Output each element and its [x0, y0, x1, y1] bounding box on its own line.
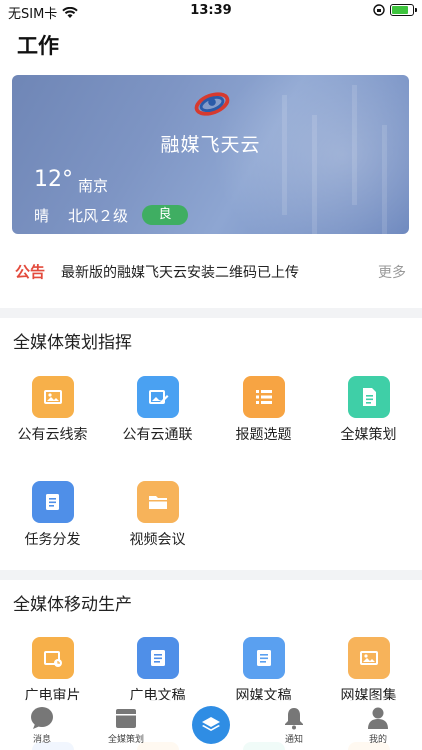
document-icon — [348, 376, 390, 418]
grid-label: 视频会议 — [129, 532, 186, 548]
task-icon — [32, 481, 74, 523]
notice-tag: 公告 — [15, 263, 46, 281]
rotation-lock-icon — [373, 4, 385, 16]
grid-label: 任务分发 — [24, 532, 81, 548]
tab-label: 消息 — [32, 735, 51, 745]
page-title: 工作 — [17, 34, 59, 58]
grid-item-public-cloud-clues[interactable]: 公有云线索 — [0, 376, 105, 456]
list-icon — [243, 376, 285, 418]
image-edit-icon — [137, 376, 179, 418]
image-icon — [32, 376, 74, 418]
folder-icon — [137, 481, 179, 523]
tab-center-workbench[interactable] — [192, 706, 230, 744]
video-review-icon — [32, 637, 74, 679]
gallery-icon — [348, 637, 390, 679]
weather-temperature: 12° — [34, 167, 73, 192]
app-logo-icon — [194, 92, 230, 116]
message-icon — [31, 707, 53, 729]
status-bar: 无SIM卡 13:39 — [0, 0, 422, 22]
grid-label: 公有云通联 — [122, 427, 193, 443]
tab-profile[interactable]: 我的 — [343, 706, 413, 745]
tab-planning[interactable]: 全媒策划 — [91, 706, 161, 745]
weather-condition: 晴 — [34, 207, 50, 225]
weather-banner[interactable]: 融媒飞天云 12° 南京 晴 北风２级 良 — [12, 75, 409, 234]
status-time: 13:39 — [190, 3, 232, 18]
tab-label: 我的 — [368, 735, 387, 745]
section-title-production: 全媒体移动生产 — [13, 595, 132, 615]
calendar-icon — [116, 709, 136, 728]
section-title-planning: 全媒体策划指挥 — [13, 333, 132, 353]
grid-item-task-dispatch[interactable]: 任务分发 — [0, 481, 105, 561]
user-icon — [368, 707, 388, 729]
grid-item-all-media-planning[interactable]: 全媒策划 — [316, 376, 421, 456]
web-manuscript-icon — [243, 637, 285, 679]
notice-text[interactable]: 最新版的融媒飞天云安装二维码已上传 — [61, 262, 299, 282]
manuscript-icon — [137, 637, 179, 679]
grid-label: 公有云线索 — [17, 427, 88, 443]
section-divider — [0, 308, 422, 318]
section-divider — [0, 570, 422, 580]
air-quality-badge: 良 — [142, 205, 188, 225]
tab-notifications[interactable]: 通知 — [259, 706, 329, 745]
notice-more-link[interactable]: 更多 — [378, 262, 406, 282]
grid-item-video-conference[interactable]: 视频会议 — [105, 481, 210, 561]
grid-label: 全媒策划 — [340, 427, 397, 443]
notice-bar[interactable]: 公告 最新版的融媒飞天云安装二维码已上传 更多 — [0, 252, 422, 292]
tab-label: 通知 — [284, 735, 303, 745]
weather-wind: 北风２级 — [68, 207, 129, 225]
layers-icon — [202, 717, 220, 731]
grid-label: 报题选题 — [235, 427, 292, 443]
tab-label: 全媒策划 — [107, 735, 144, 745]
grid-item-public-cloud-liaison[interactable]: 公有云通联 — [105, 376, 210, 456]
tab-messages[interactable]: 消息 — [7, 706, 77, 745]
bell-icon — [285, 708, 303, 730]
banner-app-name: 融媒飞天云 — [160, 134, 261, 156]
grid-item-topic-selection[interactable]: 报题选题 — [211, 376, 316, 456]
weather-city: 南京 — [78, 177, 109, 195]
battery-icon — [390, 4, 417, 16]
